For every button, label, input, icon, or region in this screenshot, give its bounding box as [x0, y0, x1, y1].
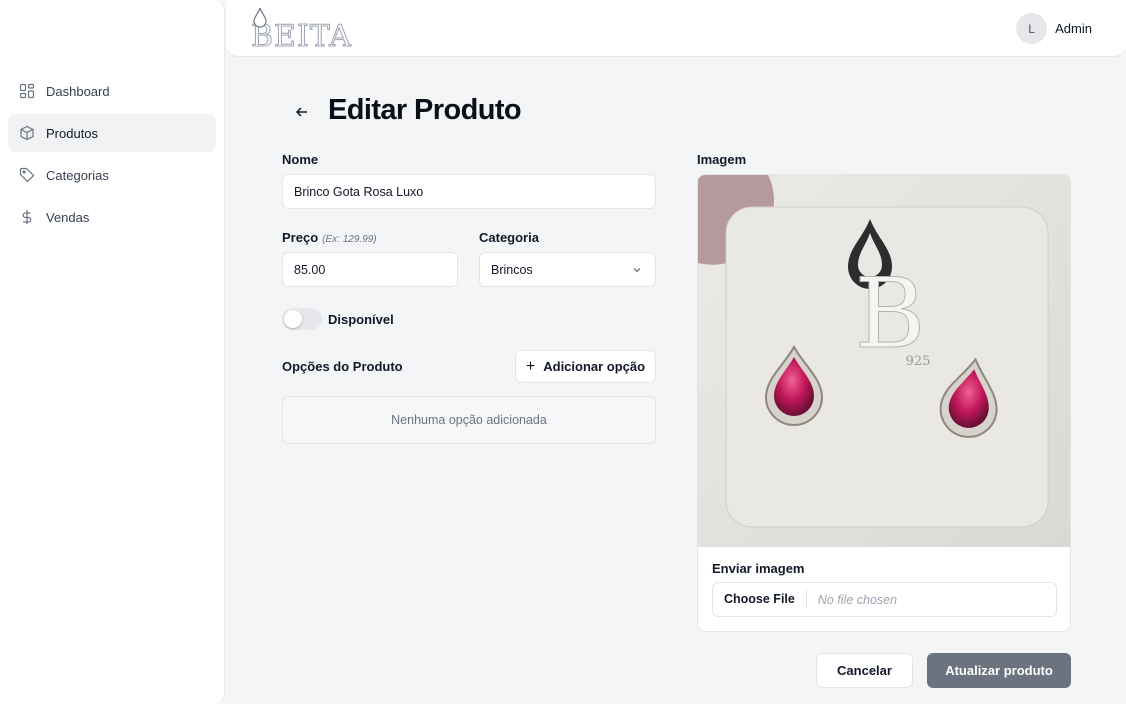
sidebar-item-dashboard[interactable]: Dashboard [8, 72, 216, 110]
page-title: Editar Produto [328, 94, 522, 126]
sidebar-item-categorias[interactable]: Categorias [8, 156, 216, 194]
drop-logo-icon [253, 8, 267, 28]
image-label: Imagem [697, 152, 747, 167]
plus-icon: + [525, 357, 536, 375]
available-toggle[interactable] [282, 308, 322, 330]
earring-photo: B 925 [698, 175, 1070, 547]
add-option-label: Adicionar opção [543, 359, 646, 374]
category-value: Brincos [491, 262, 533, 277]
image-file-input[interactable]: Choose File No file chosen [712, 582, 1057, 617]
sidebar: Dashboard Produtos Categorias Vendas [0, 0, 225, 704]
tag-icon [19, 167, 35, 183]
top-bar: BEITA L Admin [226, 0, 1126, 57]
sidebar-item-label: Produtos [46, 125, 99, 141]
brand-logo[interactable]: BEITA [251, 8, 352, 52]
card-hallmark: 925 [906, 354, 931, 369]
cancel-button[interactable]: Cancelar [816, 653, 913, 688]
sidebar-item-label: Dashboard [46, 83, 110, 99]
price-hint: (Ex: 129.99) [322, 234, 377, 245]
product-options-label: Opções do Produto [282, 359, 403, 374]
name-label: Nome [282, 152, 319, 167]
user-name: Admin [1055, 21, 1092, 36]
sidebar-item-label: Categorias [46, 167, 109, 183]
user-menu[interactable]: L Admin [1016, 13, 1092, 44]
upload-image-label: Enviar imagem [712, 561, 805, 576]
sidebar-item-label: Vendas [46, 209, 90, 225]
category-label: Categoria [479, 230, 539, 245]
file-status-text: No file chosen [817, 592, 898, 607]
options-empty-state: Nenhuma opção adicionada [282, 396, 656, 444]
price-label: Preço (Ex: 129.99) [282, 230, 377, 245]
price-label-text: Preço [282, 230, 319, 245]
chevron-down-icon [633, 268, 641, 273]
price-input[interactable]: 85.00 [282, 252, 458, 287]
sidebar-item-produtos[interactable]: Produtos [8, 114, 216, 152]
name-input[interactable]: Brinco Gota Rosa Luxo [282, 174, 656, 209]
available-label: Disponível [328, 312, 394, 327]
sidebar-nav: Dashboard Produtos Categorias Vendas [8, 72, 216, 240]
dollar-icon [19, 209, 35, 225]
choose-file-button[interactable]: Choose File [713, 590, 807, 609]
avatar: L [1016, 13, 1048, 44]
image-card: B 925 Enviar imagem Choose File No file … [697, 174, 1071, 632]
toggle-knob [284, 310, 302, 328]
update-product-button[interactable]: Atualizar produto [927, 653, 1071, 688]
category-select[interactable]: Brincos [479, 252, 656, 287]
arrow-left-icon [295, 107, 307, 117]
box-icon [19, 125, 35, 141]
dashboard-grid-icon [19, 83, 35, 99]
product-photo: B 925 [698, 175, 1070, 547]
sidebar-item-vendas[interactable]: Vendas [8, 198, 216, 236]
back-button[interactable] [292, 102, 312, 122]
add-option-button[interactable]: + Adicionar opção [515, 350, 656, 383]
